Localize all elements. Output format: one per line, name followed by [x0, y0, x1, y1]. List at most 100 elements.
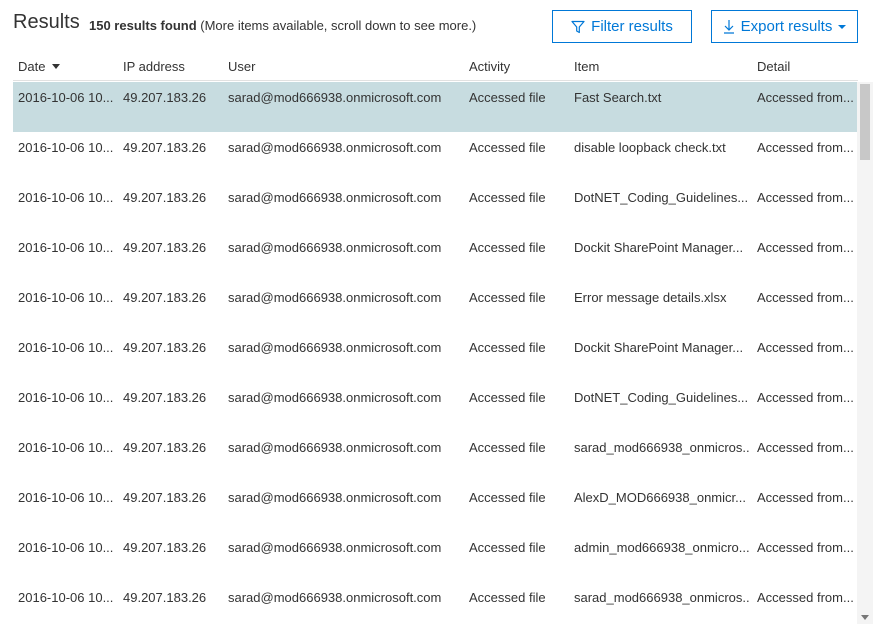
- column-header-detail[interactable]: Detail: [757, 59, 790, 74]
- results-summary: 150 results found (More items available,…: [89, 18, 476, 33]
- ip-address-cell: 49.207.183.26: [123, 540, 207, 555]
- user-cell: sarad@mod666938.onmicrosoft.com: [228, 240, 442, 255]
- results-header: Results 150 results found (More items av…: [0, 0, 878, 50]
- activity-cell: Accessed file: [469, 540, 546, 555]
- item-cell: Error message details.xlsx: [574, 290, 727, 305]
- activity-cell: Accessed file: [469, 340, 546, 355]
- user-cell: sarad@mod666938.onmicrosoft.com: [228, 540, 442, 555]
- user-cell: sarad@mod666938.onmicrosoft.com: [228, 390, 442, 405]
- detail-cell: Accessed from...: [757, 190, 854, 205]
- item-cell: disable loopback check.txt: [574, 140, 726, 155]
- table-row[interactable]: 2016-10-06 10... 49.207.183.26 sarad@mod66…: [13, 532, 857, 582]
- user-cell: sarad@mod666938.onmicrosoft.com: [228, 340, 442, 355]
- detail-cell: Accessed from...: [757, 140, 854, 155]
- date-cell: 2016-10-06 10...: [18, 590, 114, 605]
- scrollbar-thumb[interactable]: [860, 84, 870, 160]
- export-results-label: Export results: [740, 18, 833, 35]
- detail-cell: Accessed from...: [757, 590, 854, 605]
- ip-address-cell: 49.207.183.26: [123, 140, 207, 155]
- date-cell: 2016-10-06 10...: [18, 140, 114, 155]
- column-header-user[interactable]: User: [228, 59, 255, 74]
- table-row[interactable]: 2016-10-06 10... 49.207.183.26 sarad@mod66…: [13, 382, 857, 432]
- item-cell: Dockit SharePoint Manager...: [574, 240, 744, 255]
- download-icon: [723, 19, 735, 34]
- column-header-date-label: Date: [18, 59, 46, 74]
- activity-cell: Accessed file: [469, 390, 546, 405]
- activity-cell: Accessed file: [469, 190, 546, 205]
- detail-cell: Accessed from...: [757, 490, 854, 505]
- user-cell: sarad@mod666938.onmicrosoft.com: [228, 90, 442, 105]
- ip-address-cell: 49.207.183.26: [123, 440, 207, 455]
- ip-address-cell: 49.207.183.26: [123, 90, 207, 105]
- user-cell: sarad@mod666938.onmicrosoft.com: [228, 590, 442, 605]
- detail-cell: Accessed from...: [757, 90, 854, 105]
- date-cell: 2016-10-06 10...: [18, 440, 114, 455]
- detail-cell: Accessed from...: [757, 540, 854, 555]
- activity-cell: Accessed file: [469, 590, 546, 605]
- activity-cell: Accessed file: [469, 290, 546, 305]
- column-header-date[interactable]: Date: [18, 59, 61, 74]
- column-header-item[interactable]: Item: [574, 59, 599, 74]
- filter-icon: [571, 20, 585, 34]
- date-cell: 2016-10-06 10...: [18, 540, 114, 555]
- results-table-body: 2016-10-06 10... 49.207.183.26 sarad@mod66…: [13, 82, 857, 624]
- ip-address-cell: 49.207.183.26: [123, 590, 207, 605]
- table-row[interactable]: 2016-10-06 10... 49.207.183.26 sarad@mod66…: [13, 482, 857, 532]
- user-cell: sarad@mod666938.onmicrosoft.com: [228, 290, 442, 305]
- page-title: Results: [13, 11, 80, 33]
- table-row[interactable]: 2016-10-06 10... 49.207.183.26 sarad@mod66…: [13, 182, 857, 232]
- date-cell: 2016-10-06 10...: [18, 290, 114, 305]
- ip-address-cell: 49.207.183.26: [123, 340, 207, 355]
- detail-cell: Accessed from...: [757, 440, 854, 455]
- activity-cell: Accessed file: [469, 440, 546, 455]
- date-cell: 2016-10-06 10...: [18, 190, 114, 205]
- date-cell: 2016-10-06 10...: [18, 490, 114, 505]
- detail-cell: Accessed from...: [757, 340, 854, 355]
- detail-cell: Accessed from...: [757, 290, 854, 305]
- table-header: Date IP address User Activity Item Detai…: [13, 53, 858, 81]
- item-cell: Dockit SharePoint Manager...: [574, 340, 744, 355]
- column-header-activity[interactable]: Activity: [469, 59, 510, 74]
- ip-address-cell: 49.207.183.26: [123, 490, 207, 505]
- ip-address-cell: 49.207.183.26: [123, 390, 207, 405]
- results-count: 150 results found: [89, 18, 197, 33]
- activity-cell: Accessed file: [469, 140, 546, 155]
- filter-results-button[interactable]: Filter results: [552, 10, 692, 43]
- ip-address-cell: 49.207.183.26: [123, 290, 207, 305]
- item-cell: sarad_mod666938_onmicros...: [574, 440, 749, 455]
- table-row[interactable]: 2016-10-06 10... 49.207.183.26 sarad@mod66…: [13, 132, 857, 182]
- table-row[interactable]: 2016-10-06 10... 49.207.183.26 sarad@mod66…: [13, 282, 857, 332]
- user-cell: sarad@mod666938.onmicrosoft.com: [228, 440, 442, 455]
- chevron-down-icon: [838, 24, 847, 30]
- user-cell: sarad@mod666938.onmicrosoft.com: [228, 190, 442, 205]
- detail-cell: Accessed from...: [757, 240, 854, 255]
- table-row[interactable]: 2016-10-06 10... 49.207.183.26 sarad@mod66…: [13, 332, 857, 382]
- table-row[interactable]: 2016-10-06 10... 49.207.183.26 sarad@mod66…: [13, 232, 857, 282]
- activity-cell: Accessed file: [469, 490, 546, 505]
- activity-cell: Accessed file: [469, 90, 546, 105]
- detail-cell: Accessed from...: [757, 390, 854, 405]
- filter-results-label: Filter results: [591, 18, 673, 35]
- table-row[interactable]: 2016-10-06 10... 49.207.183.26 sarad@mod66…: [13, 582, 857, 624]
- table-row[interactable]: 2016-10-06 10... 49.207.183.26 sarad@mod66…: [13, 432, 857, 482]
- item-cell: DotNET_Coding_Guidelines....: [574, 190, 749, 205]
- sort-descending-icon: [52, 64, 61, 70]
- activity-cell: Accessed file: [469, 240, 546, 255]
- export-results-button[interactable]: Export results: [711, 10, 858, 43]
- date-cell: 2016-10-06 10...: [18, 390, 114, 405]
- date-cell: 2016-10-06 10...: [18, 340, 114, 355]
- user-cell: sarad@mod666938.onmicrosoft.com: [228, 140, 442, 155]
- date-cell: 2016-10-06 10...: [18, 240, 114, 255]
- item-cell: Fast Search.txt: [574, 90, 662, 105]
- item-cell: admin_mod666938_onmicro...: [574, 540, 749, 555]
- user-cell: sarad@mod666938.onmicrosoft.com: [228, 490, 442, 505]
- table-row[interactable]: 2016-10-06 10... 49.207.183.26 sarad@mod66…: [13, 82, 857, 132]
- vertical-scrollbar[interactable]: [857, 82, 873, 624]
- results-note: (More items available, scroll down to se…: [200, 18, 477, 33]
- date-cell: 2016-10-06 10...: [18, 90, 114, 105]
- ip-address-cell: 49.207.183.26: [123, 190, 207, 205]
- item-cell: AlexD_MOD666938_onmicr...: [574, 490, 746, 505]
- scroll-down-arrow-icon[interactable]: [861, 615, 869, 620]
- column-header-ip-address[interactable]: IP address: [123, 59, 185, 74]
- ip-address-cell: 49.207.183.26: [123, 240, 207, 255]
